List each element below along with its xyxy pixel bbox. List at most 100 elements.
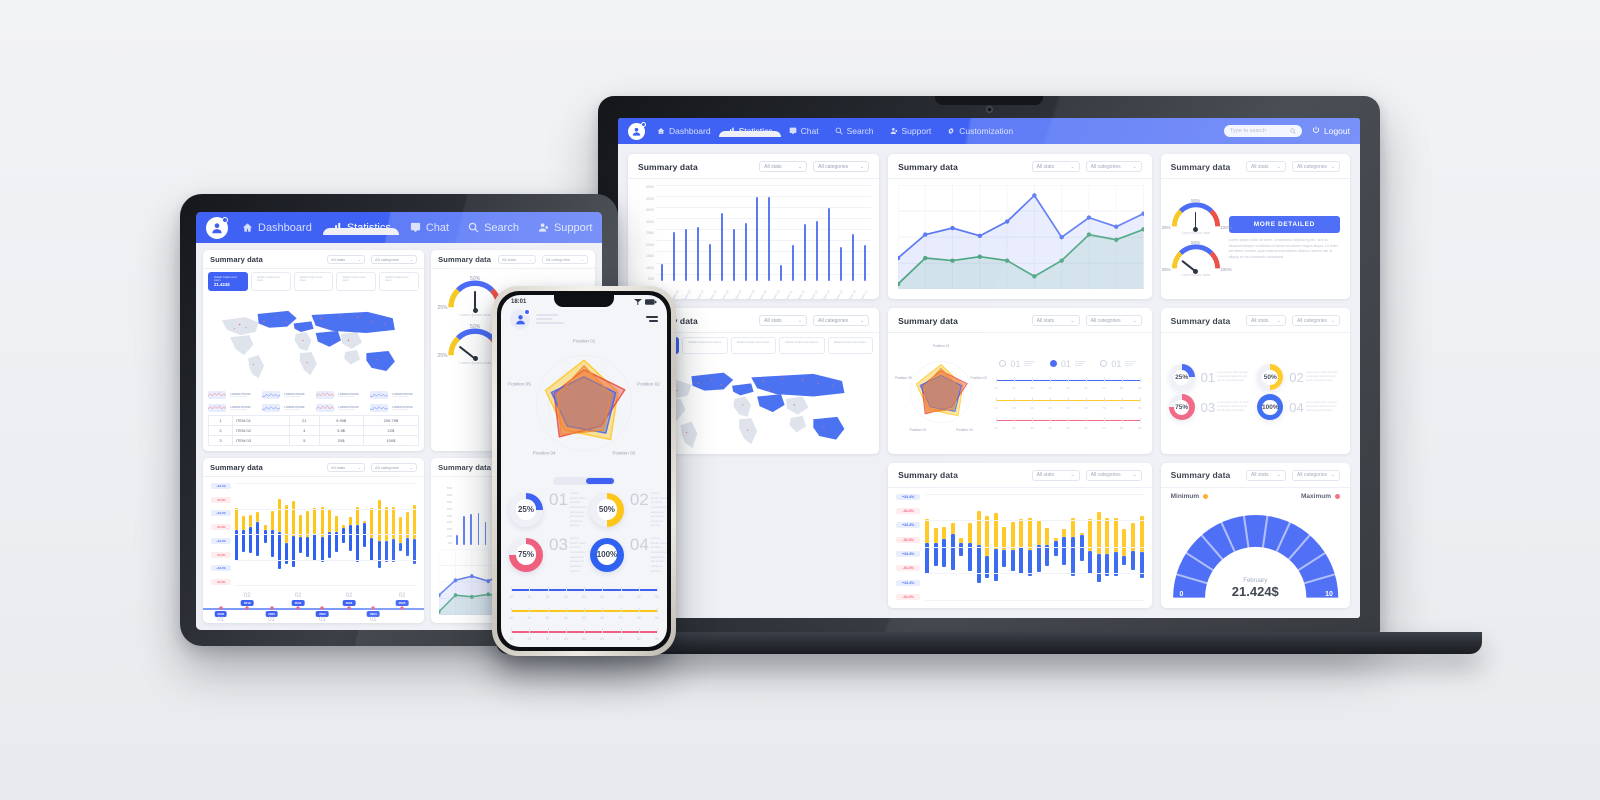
bar <box>744 222 747 282</box>
radio-option[interactable]: 01 <box>999 359 1036 369</box>
timeline-node[interactable]: 2018 01 <box>214 610 228 623</box>
nav-item-support[interactable]: Support <box>890 126 931 136</box>
lorem-card[interactable]: LOREM IPSUM Lorem ipsum dolor <box>208 404 257 413</box>
slider-track[interactable]: 10 20 30 40 50 60 70 80 90 <box>994 414 1141 430</box>
select-all-categories[interactable]: All categories⌄ <box>1291 315 1340 327</box>
phone-profile-row[interactable] <box>501 305 667 331</box>
slider-track[interactable]: 10 20 30 40 50 60 70 80 90 <box>509 625 659 641</box>
bar <box>851 234 854 282</box>
hamburger-menu-icon[interactable] <box>646 315 658 323</box>
logo-icon[interactable] <box>206 216 228 239</box>
select-all-stats[interactable]: All stats ⌄ <box>759 161 808 172</box>
select-all-stats[interactable]: All stats ⌄ <box>1031 469 1080 481</box>
nav-item-search[interactable]: Search <box>835 126 874 136</box>
slider-track[interactable]: 10 20 30 40 50 60 70 80 90 <box>509 604 659 620</box>
select-all-stats[interactable]: All stats ⌄ <box>759 315 808 327</box>
table-row[interactable]: 1 ITEM 01 21 9.99$ 209.79$ <box>208 415 420 427</box>
select-all-stats[interactable]: All stats ⌄ <box>327 463 366 473</box>
donut-item[interactable]: 100% 04 Lorem ipsum dolor sit amet consect… <box>1257 394 1342 421</box>
kpi-card[interactable]: Statistic Graph Lorem ipsum21.424$ <box>208 272 248 292</box>
nav-item-dashboard[interactable]: Dashboard <box>657 126 711 136</box>
select-all-categories[interactable]: All categories⌄ <box>1291 161 1340 172</box>
table-row[interactable]: 3 ITEM 03 5 20$ 100$ <box>208 435 420 447</box>
kpi-card[interactable]: Statistic Graph Lorem ipsum <box>379 272 420 292</box>
grid-line <box>235 508 417 510</box>
select-all-categories[interactable]: All categories⌄ <box>813 161 870 172</box>
select-all-stats[interactable]: All stats ⌄ <box>1031 161 1080 172</box>
radio-option[interactable]: 01 <box>1049 359 1086 369</box>
laptop-device: Dashboard Statistics Chat Search Support… <box>496 96 1482 654</box>
nav-item-dashboard[interactable]: Dashboard <box>242 222 312 234</box>
slider-track[interactable]: 10 20 30 40 50 60 70 80 90 <box>509 583 659 599</box>
lorem-card[interactable]: LOREM IPSUM Lorem ipsum dolor <box>316 391 365 400</box>
slider-track[interactable]: 10 20 30 40 50 60 70 80 90 <box>994 374 1141 390</box>
lorem-card[interactable]: LOREM IPSUM Lorem ipsum dolor <box>262 391 311 400</box>
select-all-categories[interactable]: All categories⌄ <box>542 255 588 264</box>
select-all-stats[interactable]: All stats ⌄ <box>498 255 536 264</box>
kpi-card[interactable]: Statistic Graph Lorem ipsum <box>293 272 334 292</box>
select-all-categories[interactable]: All categories⌄ <box>371 463 418 473</box>
select-all-categories[interactable]: All categories⌄ <box>1085 161 1142 172</box>
donut-item[interactable]: 100% 04 Lorem ipsum dolor sit amet consect… <box>589 536 667 573</box>
lorem-card[interactable]: LOREM IPSUM Lorem ipsum dolor <box>370 404 419 413</box>
select-all-stats[interactable]: All stats ⌄ <box>1245 161 1286 172</box>
timeline-node[interactable]: 02 2023 <box>342 593 356 606</box>
logout-button[interactable]: Logout <box>1312 126 1350 136</box>
panel-body: 50%25%100%Lorem ipsum data50%25%100%Lore… <box>1161 179 1350 299</box>
timeline-node[interactable]: 02 2021 <box>291 593 305 606</box>
kpi-card[interactable]: Statistic Graph Lorem ipsum <box>827 337 874 354</box>
more-detailed-button[interactable]: MORE DETAILED <box>1228 216 1340 234</box>
logo-icon[interactable] <box>628 121 646 140</box>
search-icon <box>468 222 479 233</box>
nav-item-support[interactable]: Support <box>538 222 592 234</box>
donut-item[interactable]: 75% 03 Lorem ipsum dolor sit amet consecte… <box>509 536 586 573</box>
select-all-categories[interactable]: All categories⌄ <box>1085 315 1142 327</box>
timeline-node[interactable]: 02 2019 <box>240 593 254 606</box>
nav-item-chat[interactable]: Chat <box>410 222 449 234</box>
donut-item[interactable]: 25% 01 Lorem ipsum dolor sit amet consecte… <box>509 491 586 528</box>
progress-toggle[interactable] <box>553 477 615 485</box>
donut-item[interactable]: 50% 02 Lorem ipsum dolor sit amet consecte… <box>589 491 667 528</box>
donut-item[interactable]: 50% 02 Lorem ipsum dolor sit amet consecte… <box>1257 364 1342 391</box>
nav-item-statistics[interactable]: Statistics <box>322 222 399 235</box>
sparkline-icon <box>262 404 281 413</box>
panel-title: Summary data <box>1170 161 1231 172</box>
nav-item-chat[interactable]: Chat <box>789 126 819 136</box>
lorem-card[interactable]: LOREM IPSUM Lorem ipsum dolor <box>316 404 365 413</box>
timeline-node[interactable]: 02 2025 <box>395 593 409 606</box>
panel-title: Summary data <box>210 463 263 473</box>
radio-option[interactable]: 01 <box>1100 359 1137 369</box>
timeline-node[interactable]: 2022 01 <box>316 610 329 623</box>
laptop-notch <box>935 96 1043 105</box>
select-all-categories[interactable]: All categories⌄ <box>371 255 418 264</box>
lorem-card[interactable]: LOREM IPSUM Lorem ipsum dolor <box>208 391 257 400</box>
select-all-stats[interactable]: All stats ⌄ <box>1245 315 1286 327</box>
kpi-card[interactable]: Statistic Graph Lorem ipsum <box>250 272 291 292</box>
kpi-card[interactable]: Statistic Graph Lorem ipsum <box>730 337 777 354</box>
select-all-categories[interactable]: All categories⌄ <box>813 315 870 327</box>
status-time: 18:01 <box>511 299 527 305</box>
kpi-card[interactable]: Statistic Graph Lorem ipsum <box>682 337 728 354</box>
lorem-card[interactable]: LOREM IPSUM Lorem ipsum dolor <box>370 391 419 400</box>
search-input[interactable]: Type to search <box>1224 125 1302 137</box>
donut-item[interactable]: 25% 01 Lorem ipsum dolor sit amet consecte… <box>1168 364 1254 391</box>
kpi-card[interactable]: Statistic Graph Lorem ipsum <box>336 272 377 292</box>
lorem-card[interactable]: LOREM IPSUM Lorem ipsum dolor <box>262 404 311 413</box>
nav-item-statistics[interactable]: Statistics <box>718 126 781 137</box>
timeline-node[interactable]: 2020 01 <box>265 610 278 623</box>
sparkline-icon <box>262 391 281 400</box>
select-all-stats[interactable]: All stats ⌄ <box>1245 469 1286 481</box>
kpi-card[interactable]: Statistic Graph Lorem ipsum <box>779 337 825 354</box>
slider-tick-label: 60 <box>1084 425 1088 430</box>
select-all-stats[interactable]: All stats ⌄ <box>327 255 366 264</box>
select-all-categories[interactable]: All categories⌄ <box>1291 469 1340 481</box>
laptop-nav-items: Dashboard Statistics Chat Search Support… <box>657 126 1224 137</box>
nav-item-customization[interactable]: Customization <box>947 126 1013 136</box>
select-all-stats[interactable]: All stats ⌄ <box>1031 315 1080 327</box>
slider-track[interactable]: 10 20 30 40 50 60 70 80 90 <box>994 394 1141 410</box>
timeline-node[interactable]: 2024 01 <box>366 610 380 623</box>
select-all-categories[interactable]: All categories⌄ <box>1085 469 1142 481</box>
nav-item-search[interactable]: Search <box>468 222 519 234</box>
donut-item[interactable]: 75% 03 Lorem ipsum dolor sit amet consecte… <box>1168 394 1254 421</box>
table-row[interactable]: 2 ITEM 02 4 5.5$ 22$ <box>208 425 420 437</box>
